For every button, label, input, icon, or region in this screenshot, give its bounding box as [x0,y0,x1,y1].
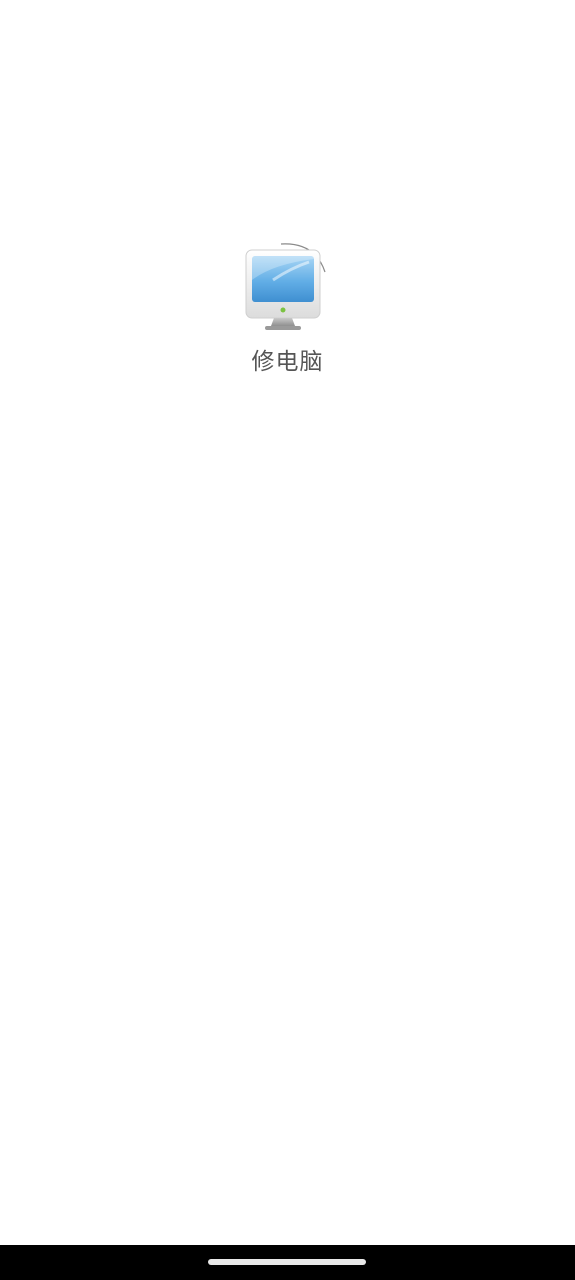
splash-content: 修电脑 [0,240,575,376]
app-name-label: 修电脑 [251,349,324,375]
home-indicator[interactable] [208,1259,366,1265]
splash-screen: 修电脑 [0,0,575,1280]
system-navigation-bar [0,1245,575,1280]
computer-monitor-icon [245,243,326,330]
